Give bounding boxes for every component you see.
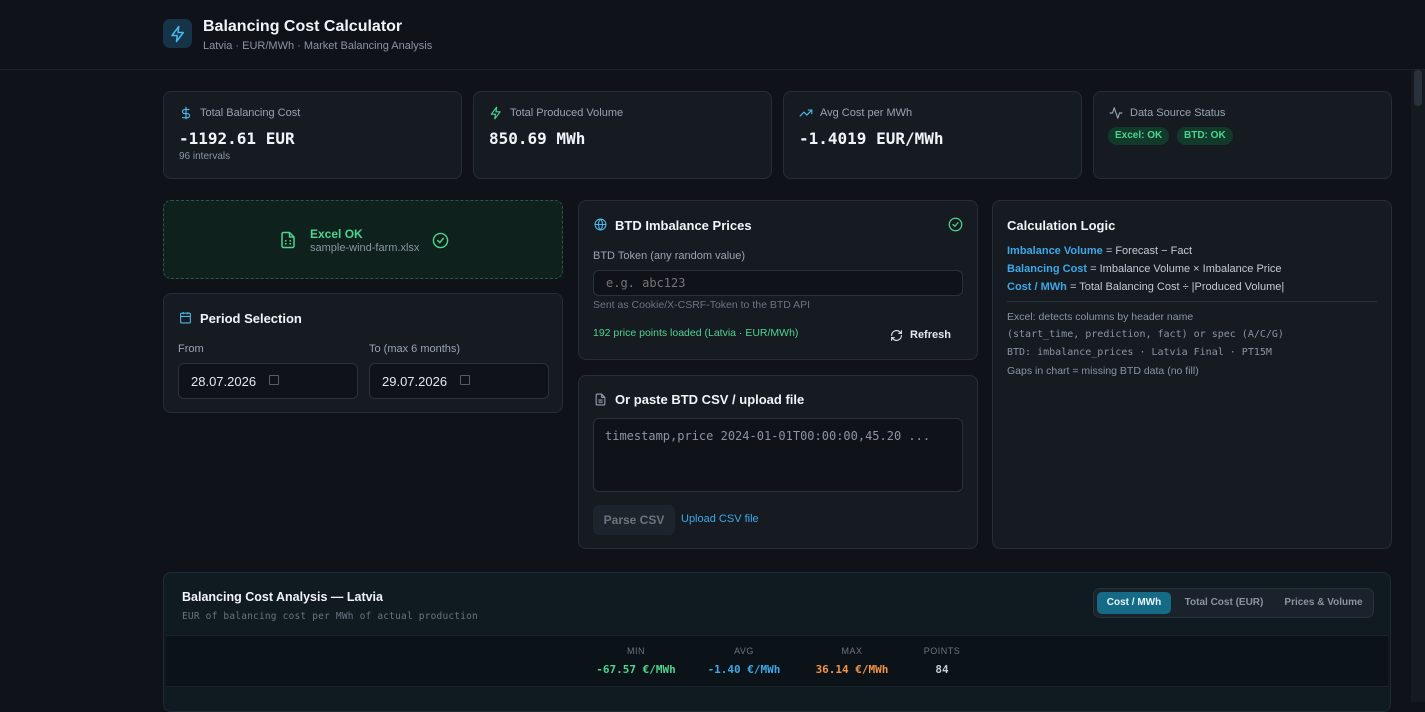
- scrollbar-thumb[interactable]: [1414, 70, 1422, 106]
- btd-title: BTD Imbalance Prices: [615, 218, 752, 233]
- bolt-icon: [490, 106, 501, 120]
- stat-card-total-volume: Total Produced Volume 850.69 MWh: [473, 91, 772, 179]
- excel-status-badge: Excel: OK: [1108, 127, 1170, 145]
- logic-note: Excel: detects columns by header name: [1007, 311, 1194, 323]
- period-selection-card: Period Selection From To (max 6 months) …: [163, 293, 563, 413]
- stat-label: Avg Cost per MWh: [820, 107, 913, 119]
- btd-prices-card: BTD Imbalance Prices BTD Token (any rand…: [578, 200, 978, 360]
- stat-label: Total Produced Volume: [510, 107, 624, 119]
- excel-status-text: Excel OK: [310, 227, 363, 241]
- refresh-icon: [891, 329, 902, 341]
- from-label: From: [178, 343, 204, 355]
- excel-filename: sample-wind-farm.xlsx: [310, 242, 420, 254]
- excel-upload-dropzone[interactable]: Excel OK sample-wind-farm.xlsx: [163, 200, 563, 279]
- logic-title: Calculation Logic: [1007, 218, 1116, 233]
- date-picker-icon[interactable]: [269, 375, 279, 385]
- spreadsheet-file-icon: [281, 231, 295, 249]
- date-picker-icon[interactable]: [460, 375, 470, 385]
- dollar-icon: [181, 106, 191, 120]
- activity-icon: [1109, 107, 1123, 119]
- stat-card-total-cost: Total Balancing Cost -1192.61 EUR 96 int…: [163, 91, 462, 179]
- from-date-input[interactable]: 28.07.2026: [178, 363, 358, 399]
- price-points-status: 192 price points loaded (Latvia · EUR/MW…: [593, 327, 799, 339]
- period-title: Period Selection: [200, 311, 302, 326]
- to-date-input[interactable]: 29.07.2026: [369, 363, 549, 399]
- stat-value: -1192.61 EUR: [179, 129, 295, 148]
- app-title: Balancing Cost Calculator: [203, 18, 403, 35]
- trending-up-icon: [799, 109, 813, 117]
- csv-card: Or paste BTD CSV / upload file timestamp…: [578, 375, 978, 549]
- analysis-title: Balancing Cost Analysis — Latvia: [182, 590, 383, 604]
- stat-min-label: MIN: [627, 646, 645, 656]
- calendar-icon: [180, 312, 191, 324]
- check-circle-icon: [948, 217, 963, 232]
- stat-value: 850.69 MWh: [489, 129, 586, 148]
- stat-value: -1.4019 EUR/MWh: [799, 129, 944, 148]
- globe-icon: [594, 218, 607, 231]
- token-hint: Sent as Cookie/X-CSRF-Token to the BTD A…: [593, 299, 811, 311]
- app-subtitle: Latvia · EUR/MWh · Market Balancing Anal…: [203, 40, 433, 52]
- stat-max-label: MAX: [841, 646, 863, 656]
- stat-max-value: 36.14 €/MWh: [815, 663, 889, 676]
- check-circle-icon: [432, 232, 449, 249]
- stat-min-value: -67.57 €/MWh: [596, 663, 676, 676]
- refresh-button[interactable]: Refresh: [890, 325, 951, 345]
- analysis-stats-bar: MIN -67.57 €/MWh AVG -1.40 €/MWh MAX 36.…: [166, 635, 1388, 687]
- logic-formula: Cost / MWh = Total Balancing Cost ÷ |Pro…: [1007, 281, 1285, 293]
- upload-csv-link[interactable]: Upload CSV file: [681, 513, 759, 525]
- app-header: Balancing Cost Calculator Latvia · EUR/M…: [0, 0, 1425, 70]
- divider: [1007, 301, 1377, 302]
- to-label: To (max 6 months): [369, 343, 461, 355]
- csv-textarea[interactable]: timestamp,price 2024-01-01T00:00:00,45.2…: [593, 418, 963, 492]
- stat-points-label: POINTS: [923, 646, 961, 656]
- stat-label: Data Source Status: [1130, 107, 1226, 119]
- chart-mode-tabs: Cost / MWh Total Cost (EUR) Prices & Vol…: [1093, 588, 1374, 618]
- btd-status-badge: BTD: OK: [1177, 127, 1233, 145]
- analysis-subtitle: EUR of balancing cost per MWh of actual …: [182, 611, 478, 622]
- calculation-logic-card: Calculation Logic Imbalance Volume = For…: [992, 200, 1392, 549]
- tab-prices-volume[interactable]: Prices & Volume: [1276, 592, 1371, 614]
- parse-csv-button[interactable]: Parse CSV: [593, 505, 675, 535]
- stat-avg-label: AVG: [734, 646, 754, 656]
- tab-total-cost[interactable]: Total Cost (EUR): [1178, 592, 1270, 614]
- logic-note: BTD: imbalance_prices · Latvia Final · P…: [1007, 347, 1272, 358]
- tab-cost-per-mwh[interactable]: Cost / MWh: [1097, 592, 1171, 614]
- stat-avg-value: -1.40 €/MWh: [707, 663, 781, 676]
- token-label: BTD Token (any random value): [593, 250, 746, 262]
- from-date-value: 28.07.2026: [191, 374, 257, 389]
- stat-label: Total Balancing Cost: [200, 107, 301, 119]
- analysis-panel: Balancing Cost Analysis — Latvia EUR of …: [163, 572, 1391, 712]
- logic-formula: Imbalance Volume = Forecast − Fact: [1007, 245, 1193, 257]
- logic-formula: Balancing Cost = Imbalance Volume × Imba…: [1007, 263, 1282, 275]
- csv-title: Or paste BTD CSV / upload file: [615, 392, 805, 407]
- stat-points-value: 84: [935, 663, 949, 676]
- logic-note: Gaps in chart = missing BTD data (no fil…: [1007, 365, 1199, 377]
- to-date-value: 29.07.2026: [382, 374, 448, 389]
- refresh-label: Refresh: [910, 329, 951, 341]
- scrollbar-track[interactable]: [1411, 70, 1425, 702]
- btd-token-input[interactable]: [593, 270, 963, 296]
- stat-card-data-status: Data Source Status Excel: OK BTD: OK: [1093, 91, 1392, 179]
- bolt-logo-icon: [163, 19, 192, 48]
- document-icon: [595, 393, 606, 406]
- stat-card-avg-cost: Avg Cost per MWh -1.4019 EUR/MWh: [783, 91, 1082, 179]
- stat-note: 96 intervals: [179, 151, 231, 162]
- logic-note: (start_time, prediction, fact) or spec (…: [1007, 329, 1284, 340]
